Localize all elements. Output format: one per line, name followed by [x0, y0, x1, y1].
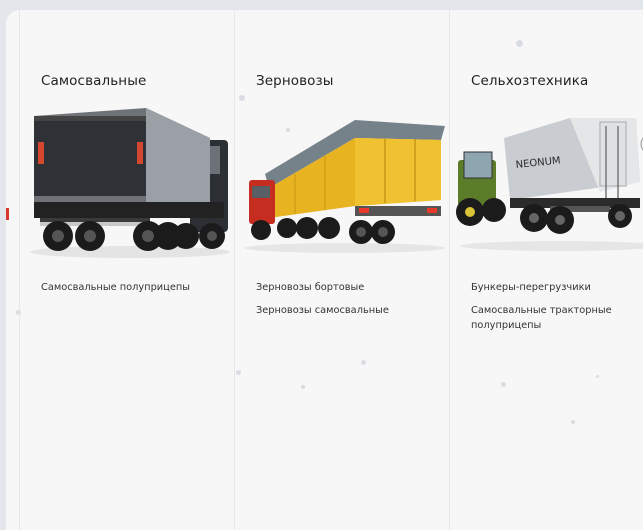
column-title[interactable]: Зерновозы — [256, 73, 334, 89]
catalog-column-grain: Зерновозы Зерновозы бортовые Зерновозы с… — [234, 10, 449, 530]
column-links: Зерновозы бортовые Зерновозы самосвальны… — [256, 280, 441, 326]
left-edge-marker — [6, 208, 9, 220]
link-tractor-dump-semitrailers[interactable]: Самосвальные тракторные полуприцепы — [471, 303, 643, 333]
link-dump-semitrailers[interactable]: Самосвальные полуприцепы — [41, 280, 226, 295]
dump-trailer-truck-image[interactable] — [20, 102, 234, 262]
column-title[interactable]: Самосвальные — [41, 73, 146, 89]
column-links: Бункеры-перегрузчики Самосвальные тракто… — [471, 280, 643, 341]
link-grain-dump[interactable]: Зерновозы самосвальные — [256, 303, 441, 318]
column-links: Самосвальные полуприцепы — [41, 280, 226, 303]
column-title[interactable]: Сельхозтехника — [471, 73, 588, 89]
grain-trailer-truck-image[interactable] — [235, 102, 449, 262]
catalog-column-dump: Самосвальные Самосвальные полуприцепы — [19, 10, 234, 530]
catalog-column-agro: Сельхозтехника NEONUM Бункеры-перегрузчи… — [449, 10, 643, 530]
tractor-hopper-trailer-image[interactable]: NEONUM — [450, 102, 643, 262]
catalog-dropdown-panel: Самосвальные Самосвальные полуприцепы Зе… — [6, 10, 643, 530]
link-hopper-loaders[interactable]: Бункеры-перегрузчики — [471, 280, 643, 295]
link-grain-side[interactable]: Зерновозы бортовые — [256, 280, 441, 295]
